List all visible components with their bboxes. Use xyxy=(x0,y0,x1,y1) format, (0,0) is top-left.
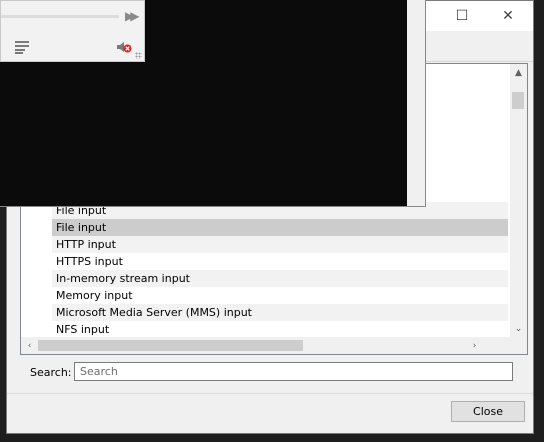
close-button[interactable]: Close xyxy=(451,401,525,422)
vertical-scrollbar[interactable]: ▲ ⌄ xyxy=(510,64,527,337)
resize-grip-icon[interactable] xyxy=(135,52,142,59)
video-player-window: ▶▶ xyxy=(0,0,426,207)
horizontal-scroll-thumb[interactable] xyxy=(38,340,303,351)
vertical-scroll-thumb[interactable] xyxy=(512,92,524,109)
search-input[interactable] xyxy=(74,362,513,381)
seek-slider[interactable] xyxy=(1,15,119,18)
divider xyxy=(7,393,533,394)
list-item[interactable]: Microsoft Media Server (MMS) input xyxy=(52,304,508,321)
scrollbar-corner xyxy=(510,337,527,354)
list-item[interactable]: NFS input xyxy=(52,321,508,338)
forward-icon[interactable]: ▶▶ xyxy=(125,9,140,23)
list-item[interactable]: Memory input xyxy=(52,287,508,304)
list-item[interactable]: HTTP input xyxy=(52,236,508,253)
scroll-up-icon[interactable]: ▲ xyxy=(510,64,527,81)
scroll-down-icon[interactable]: ⌄ xyxy=(510,320,527,337)
search-label: Search: xyxy=(30,366,72,379)
playlist-icon[interactable] xyxy=(15,40,31,54)
horizontal-scrollbar[interactable]: ‹ › xyxy=(21,337,511,354)
scroll-right-icon[interactable]: › xyxy=(466,337,483,354)
close-window-button[interactable]: ✕ xyxy=(485,1,531,31)
list-item[interactable]: In-memory stream input xyxy=(52,270,508,287)
maximize-button[interactable]: ☐ xyxy=(439,1,485,31)
list-item[interactable]: HTTPS input xyxy=(52,253,508,270)
scroll-left-icon[interactable]: ‹ xyxy=(21,337,38,354)
player-controls-panel: ▶▶ xyxy=(0,0,145,62)
list-item-selected[interactable]: File input xyxy=(52,219,508,236)
player-side-strip xyxy=(407,0,425,206)
mute-icon[interactable] xyxy=(116,40,132,54)
